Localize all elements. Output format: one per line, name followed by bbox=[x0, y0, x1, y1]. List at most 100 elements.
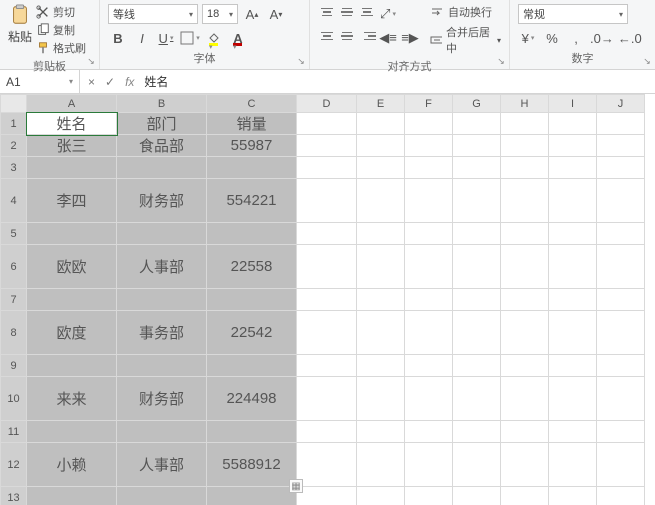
cell-G11[interactable] bbox=[453, 421, 501, 443]
col-header-J[interactable]: J bbox=[597, 95, 645, 113]
row-header-12[interactable]: 12 bbox=[1, 443, 27, 487]
cell-I2[interactable] bbox=[549, 135, 597, 157]
cell-F6[interactable] bbox=[405, 245, 453, 289]
align-top-button[interactable] bbox=[318, 4, 336, 20]
cell-H6[interactable] bbox=[501, 245, 549, 289]
col-header-A[interactable]: A bbox=[27, 95, 117, 113]
increase-font-button[interactable]: A▴ bbox=[242, 4, 262, 24]
cell-B9[interactable] bbox=[117, 355, 207, 377]
cell-H13[interactable] bbox=[501, 487, 549, 505]
cell-A4[interactable]: 李四 bbox=[27, 179, 117, 223]
cell-D8[interactable] bbox=[297, 311, 357, 355]
cell-G7[interactable] bbox=[453, 289, 501, 311]
cell-D3[interactable] bbox=[297, 157, 357, 179]
cell-C1[interactable]: 销量 bbox=[207, 113, 297, 135]
align-bottom-button[interactable] bbox=[358, 4, 376, 20]
cell-A2[interactable]: 张三 bbox=[27, 135, 117, 157]
cell-A3[interactable] bbox=[27, 157, 117, 179]
cell-A9[interactable] bbox=[27, 355, 117, 377]
decrease-decimal-button[interactable]: ←.0 bbox=[618, 28, 642, 48]
cell-H7[interactable] bbox=[501, 289, 549, 311]
cell-J12[interactable] bbox=[597, 443, 645, 487]
col-header-E[interactable]: E bbox=[357, 95, 405, 113]
cell-D11[interactable] bbox=[297, 421, 357, 443]
cell-C7[interactable] bbox=[207, 289, 297, 311]
col-header-G[interactable]: G bbox=[453, 95, 501, 113]
cell-G13[interactable] bbox=[453, 487, 501, 505]
row-header-3[interactable]: 3 bbox=[1, 157, 27, 179]
row-header-7[interactable]: 7 bbox=[1, 289, 27, 311]
number-format-combo[interactable]: 常规▾ bbox=[518, 4, 628, 24]
cell-H5[interactable] bbox=[501, 223, 549, 245]
cell-E2[interactable] bbox=[357, 135, 405, 157]
cell-E5[interactable] bbox=[357, 223, 405, 245]
row-header-5[interactable]: 5 bbox=[1, 223, 27, 245]
cell-E11[interactable] bbox=[357, 421, 405, 443]
cancel-formula-button[interactable]: × bbox=[88, 75, 95, 89]
cell-H2[interactable] bbox=[501, 135, 549, 157]
enter-formula-button[interactable]: ✓ bbox=[105, 75, 115, 89]
cell-F5[interactable] bbox=[405, 223, 453, 245]
orientation-button[interactable]: ⤢ bbox=[378, 4, 398, 24]
cell-D13[interactable] bbox=[297, 487, 357, 505]
cell-D4[interactable] bbox=[297, 179, 357, 223]
cell-G10[interactable] bbox=[453, 377, 501, 421]
bold-button[interactable]: B bbox=[108, 28, 128, 48]
row-header-6[interactable]: 6 bbox=[1, 245, 27, 289]
cell-E6[interactable] bbox=[357, 245, 405, 289]
font-color-button[interactable]: A bbox=[228, 28, 248, 48]
wrap-text-button[interactable]: 自动换行 bbox=[430, 4, 501, 20]
cell-F2[interactable] bbox=[405, 135, 453, 157]
cell-I5[interactable] bbox=[549, 223, 597, 245]
cell-H11[interactable] bbox=[501, 421, 549, 443]
cell-D1[interactable] bbox=[297, 113, 357, 135]
cell-I13[interactable] bbox=[549, 487, 597, 505]
cell-F7[interactable] bbox=[405, 289, 453, 311]
cell-A13[interactable] bbox=[27, 487, 117, 505]
cell-B12[interactable]: 人事部 bbox=[117, 443, 207, 487]
cell-C2[interactable]: 55987 bbox=[207, 135, 297, 157]
cell-A7[interactable] bbox=[27, 289, 117, 311]
cell-F3[interactable] bbox=[405, 157, 453, 179]
cell-G12[interactable] bbox=[453, 443, 501, 487]
row-header-9[interactable]: 9 bbox=[1, 355, 27, 377]
cell-E1[interactable] bbox=[357, 113, 405, 135]
accounting-format-button[interactable]: ¥ bbox=[518, 28, 538, 48]
decrease-font-button[interactable]: A▾ bbox=[266, 4, 286, 24]
cell-J10[interactable] bbox=[597, 377, 645, 421]
cell-F11[interactable] bbox=[405, 421, 453, 443]
cell-C13[interactable] bbox=[207, 487, 297, 505]
copy-button[interactable]: 复制 bbox=[36, 22, 86, 38]
cell-J3[interactable] bbox=[597, 157, 645, 179]
cell-I7[interactable] bbox=[549, 289, 597, 311]
border-button[interactable] bbox=[180, 28, 200, 48]
paste-button[interactable]: 粘贴 bbox=[8, 4, 32, 45]
col-header-D[interactable]: D bbox=[297, 95, 357, 113]
cell-B5[interactable] bbox=[117, 223, 207, 245]
cell-J4[interactable] bbox=[597, 179, 645, 223]
cell-A12[interactable]: 小赖 bbox=[27, 443, 117, 487]
cell-E9[interactable] bbox=[357, 355, 405, 377]
cell-F9[interactable] bbox=[405, 355, 453, 377]
cell-D7[interactable] bbox=[297, 289, 357, 311]
row-header-10[interactable]: 10 bbox=[1, 377, 27, 421]
col-header-B[interactable]: B bbox=[117, 95, 207, 113]
format-painter-button[interactable]: 格式刷 bbox=[36, 40, 86, 56]
cell-A6[interactable]: 欧欧 bbox=[27, 245, 117, 289]
cell-C6[interactable]: 22558 bbox=[207, 245, 297, 289]
cell-H4[interactable] bbox=[501, 179, 549, 223]
font-name-combo[interactable]: 等线▾ bbox=[108, 4, 198, 24]
cell-G3[interactable] bbox=[453, 157, 501, 179]
comma-format-button[interactable]: , bbox=[566, 28, 586, 48]
cell-H10[interactable] bbox=[501, 377, 549, 421]
font-size-combo[interactable]: 18▾ bbox=[202, 4, 238, 24]
cell-E4[interactable] bbox=[357, 179, 405, 223]
row-header-8[interactable]: 8 bbox=[1, 311, 27, 355]
cell-G9[interactable] bbox=[453, 355, 501, 377]
cell-B11[interactable] bbox=[117, 421, 207, 443]
cell-E13[interactable] bbox=[357, 487, 405, 505]
cell-I3[interactable] bbox=[549, 157, 597, 179]
col-header-C[interactable]: C bbox=[207, 95, 297, 113]
cell-E7[interactable] bbox=[357, 289, 405, 311]
cell-C8[interactable]: 22542 bbox=[207, 311, 297, 355]
